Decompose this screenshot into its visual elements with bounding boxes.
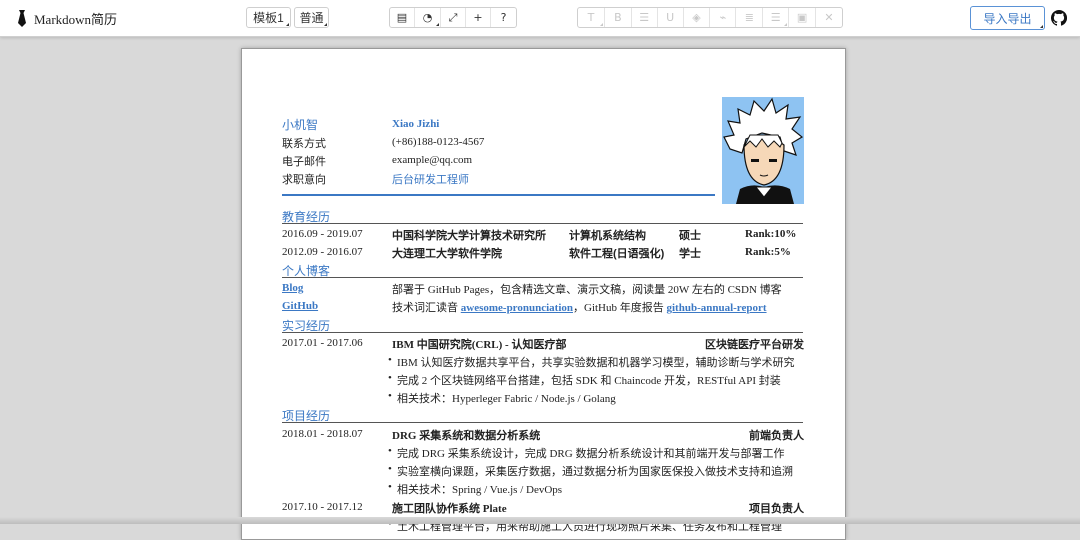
email-value: example@qq.com — [392, 154, 473, 166]
avatar — [722, 97, 804, 204]
header-divider — [282, 194, 715, 196]
contact-value: (+86)188-0123-4567 — [392, 136, 485, 148]
blog-link[interactable]: Blog — [282, 282, 303, 294]
plus-icon[interactable]: + — [466, 8, 491, 27]
edu-degree: 学士 — [679, 248, 701, 260]
project-date: 2017.10 - 2017.12 — [282, 501, 363, 513]
name-cn: 小机智 — [282, 118, 319, 132]
bottom-shade — [0, 517, 1080, 524]
template-select[interactable]: 模板1 — [246, 7, 291, 28]
email-label: 电子邮件 — [282, 156, 326, 168]
education-title-text: 教育经历 — [282, 210, 331, 224]
edu-school: 中国科学院大学计算技术研究所 — [392, 230, 546, 242]
project-role: 前端负责人 — [749, 430, 804, 442]
top-toolbar: Markdown简历 模板1 普通 ▤ ◔ ⤢ + ? T B ☰ U ◈ ⌁ … — [0, 0, 1080, 37]
contact-label: 联系方式 — [282, 138, 326, 150]
edu-degree: 硕士 — [679, 230, 701, 242]
edu-major: 计算机系统结构 — [569, 230, 646, 242]
help-icon[interactable]: ? — [491, 8, 516, 27]
list-item: 相关技术：Hyperleger Fabric / Node.js / Golan… — [388, 390, 616, 406]
edu-major: 软件工程(日语强化) — [569, 248, 665, 260]
align-icon[interactable]: ≣ — [736, 8, 764, 27]
resume-page: 小机智 Xiao Jizhi 联系方式 (+86)188-0123-4567 电… — [241, 48, 846, 540]
list-item: 完成 DRG 采集系统设计，完成 DRG 数据分析系统设计和其前端开发与部署工作 — [388, 445, 784, 461]
close-icon[interactable]: ✕ — [816, 8, 842, 27]
edu-date: 2016.09 - 2019.07 — [282, 228, 363, 240]
template-label: 模板1 — [253, 11, 284, 25]
list-icon[interactable]: ☰ — [632, 8, 658, 27]
style-select[interactable]: 普通 — [294, 7, 329, 28]
fill-icon[interactable]: ◈ — [684, 8, 711, 27]
bold-icon[interactable]: B — [605, 8, 632, 27]
github-text-1: 技术词汇读音 — [392, 302, 461, 314]
project-date: 2018.01 - 2018.07 — [282, 428, 363, 440]
edu-date: 2012.09 - 2016.07 — [282, 246, 363, 258]
list-item: 完成 2 个区块链网络平台搭建，包括 SDK 和 Chaincode 开发，RE… — [388, 372, 781, 388]
projects-title: 项目经历 — [282, 407, 803, 423]
intent-label: 求职意向 — [282, 174, 326, 186]
projects-title-text: 项目经历 — [282, 409, 331, 423]
tie-icon — [18, 10, 26, 27]
internship-title: 实习经历 — [282, 317, 803, 333]
intern-date: 2017.01 - 2017.06 — [282, 337, 363, 349]
github-link[interactable]: GitHub — [282, 300, 318, 312]
import-export-label: 导入导出 — [983, 11, 1032, 26]
format-group: T B ☰ U ◈ ⌁ ≣ ☰ ▣ ✕ — [577, 7, 843, 28]
image-icon[interactable]: ▣ — [789, 8, 817, 27]
intern-role: 区块链医疗平台研发 — [705, 339, 804, 351]
blog-title: 个人博客 — [282, 262, 803, 278]
project-name: 施工团队协作系统 Plate — [392, 503, 507, 515]
github-icon[interactable] — [1051, 10, 1067, 26]
text-icon[interactable]: T — [578, 8, 605, 27]
underline-icon[interactable]: U — [658, 8, 684, 27]
list-item: 实验室横向课题，采集医疗数据，通过数据分析为国家医保投入做技术支持和追溯 — [388, 463, 793, 479]
blog-title-text: 个人博客 — [282, 264, 331, 278]
expand-icon[interactable]: ⤢ — [441, 8, 466, 27]
intern-company: IBM 中国研究院(CRL) - 认知医疗部 — [392, 339, 567, 351]
import-export-button[interactable]: 导入导出 — [970, 6, 1045, 30]
link-icon[interactable]: ⌁ — [710, 8, 737, 27]
name-en: Xiao Jizhi — [392, 118, 440, 130]
education-title: 教育经历 — [282, 208, 803, 224]
annual-report-link[interactable]: github-annual-report — [667, 302, 767, 314]
palette-icon[interactable]: ◔ — [415, 8, 441, 27]
blog-text: 部署于 GitHub Pages，包含精选文章、演示文稿，阅读量 20W 左右的… — [392, 284, 782, 296]
project-name: DRG 采集系统和数据分析系统 — [392, 430, 541, 442]
github-text-2: ，GitHub 年度报告 — [573, 302, 667, 314]
style-label: 普通 — [299, 11, 324, 25]
edu-rank: Rank:10% — [745, 228, 797, 240]
list-item: 相关技术：Spring / Vue.js / DevOps — [388, 481, 562, 497]
edu-school: 大连理工大学软件学院 — [392, 248, 502, 260]
internship-title-text: 实习经历 — [282, 319, 331, 333]
app-title: Markdown简历 — [34, 12, 118, 27]
numbered-list-icon[interactable]: ☰ — [763, 8, 790, 27]
tool-group: ▤ ◔ ⤢ + ? — [389, 7, 517, 28]
github-line: 技术词汇读音 awesome-pronunciation，GitHub 年度报告… — [392, 299, 767, 315]
list-item: IBM 认知医疗数据共享平台，共享实验数据和机器学习模型，辅助诊断与学术研究 — [388, 354, 795, 370]
table-icon[interactable]: ▤ — [390, 8, 415, 27]
pronunciation-link[interactable]: awesome-pronunciation — [461, 302, 573, 314]
app-brand[interactable]: Markdown简历 — [16, 9, 117, 28]
intent-value: 后台研发工程师 — [392, 174, 469, 186]
edu-rank: Rank:5% — [745, 246, 791, 258]
project-role: 项目负责人 — [749, 503, 804, 515]
